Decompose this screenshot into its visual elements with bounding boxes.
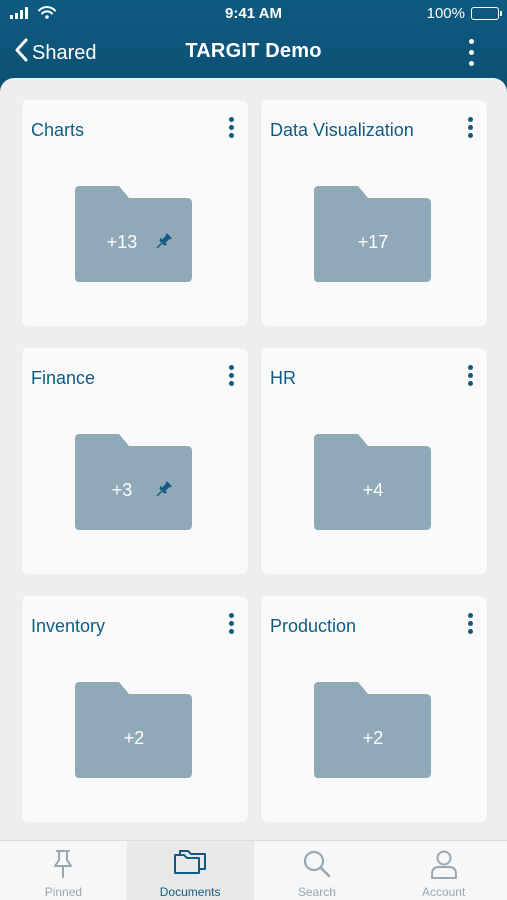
more-vertical-icon[interactable] xyxy=(224,116,238,142)
folder-card[interactable]: Production +2 xyxy=(261,596,487,822)
status-right: 100% xyxy=(426,5,502,22)
folder-title: HR xyxy=(270,368,296,388)
folder-icon: +4 xyxy=(314,434,432,531)
folder-card[interactable]: Finance +3 xyxy=(22,348,248,574)
folder-icon: +2 xyxy=(314,682,432,779)
search-icon xyxy=(254,849,381,879)
more-vertical-icon[interactable] xyxy=(224,612,238,638)
folder-title: Data Visualization xyxy=(270,120,414,140)
tab-label: Account xyxy=(421,885,466,899)
folder-list: Charts +13 Data Visualization +17 Finance +3 H… xyxy=(0,78,507,840)
battery-percent: 100% xyxy=(426,5,465,22)
page-title: TARGIT Demo xyxy=(185,40,322,62)
pin-icon xyxy=(153,480,173,500)
tab-pinned[interactable]: Pinned xyxy=(0,841,127,900)
folder-card[interactable]: Inventory +2 xyxy=(22,596,248,822)
folder-card[interactable]: Charts +13 xyxy=(22,100,248,326)
tab-label: Search xyxy=(297,885,336,899)
tab-label: Documents xyxy=(159,885,221,899)
more-vertical-icon[interactable] xyxy=(463,612,477,638)
tab-search[interactable]: Search xyxy=(254,841,381,900)
more-vertical-icon[interactable] xyxy=(463,116,477,142)
folder-card[interactable]: HR +4 xyxy=(261,348,487,574)
battery-icon xyxy=(471,7,502,20)
folder-icon: +2 xyxy=(75,682,193,779)
tab-documents[interactable]: Documents xyxy=(126,841,254,900)
more-vertical-icon[interactable] xyxy=(463,364,477,390)
folder-item-count: +4 xyxy=(362,480,384,500)
folder-icon: +3 xyxy=(75,434,193,531)
nav-bar: Shared TARGIT Demo xyxy=(0,30,507,76)
folder-item-count: +17 xyxy=(357,232,389,252)
more-vertical-icon[interactable] xyxy=(465,36,477,70)
tab-account[interactable]: Account xyxy=(380,841,507,900)
folder-item-count: +2 xyxy=(362,728,384,748)
status-bar: 9:41 AM 100% xyxy=(0,0,507,28)
tab-bar: Pinned Documents Search Account xyxy=(0,840,507,900)
folder-title: Charts xyxy=(31,120,85,140)
folder-grid: Charts +13 Data Visualization +17 Finance +3 H… xyxy=(22,100,487,822)
folder-title: Production xyxy=(270,616,357,636)
pin-icon xyxy=(0,849,127,879)
user-icon xyxy=(380,849,507,879)
folder-icon: +17 xyxy=(314,186,432,283)
pin-icon xyxy=(153,232,173,252)
folders-icon xyxy=(127,849,254,879)
folder-title: Inventory xyxy=(31,616,106,636)
folder-title: Finance xyxy=(31,368,96,388)
folder-item-count: +2 xyxy=(123,728,145,748)
more-vertical-icon[interactable] xyxy=(224,364,238,390)
folder-card[interactable]: Data Visualization +17 xyxy=(261,100,487,326)
tab-label: Pinned xyxy=(44,885,83,899)
folder-icon: +13 xyxy=(75,186,193,283)
